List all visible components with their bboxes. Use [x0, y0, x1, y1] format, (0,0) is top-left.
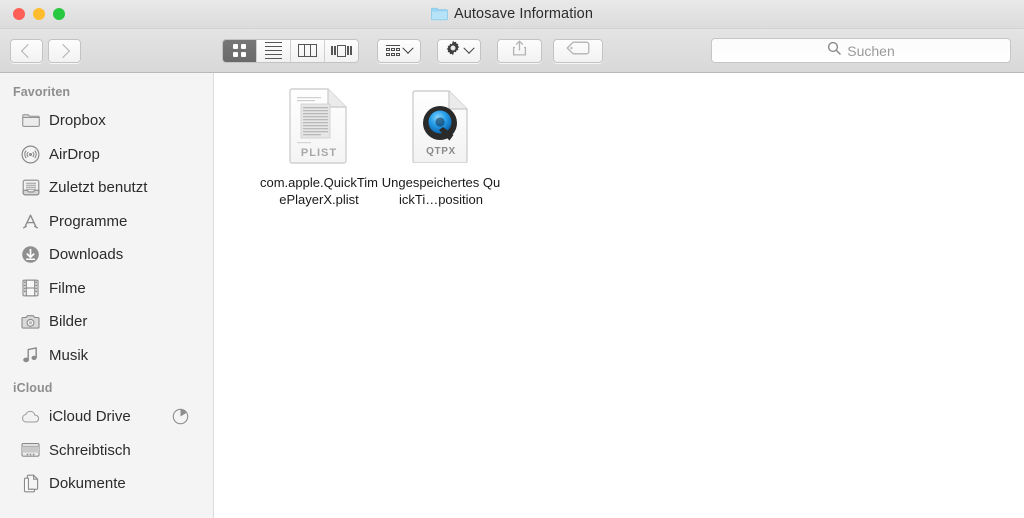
sidebar-item-label: Zuletzt benutzt — [49, 179, 148, 197]
tag-icon — [566, 41, 590, 60]
file-name-label: Ungespeichertes QuickTi…position — [381, 175, 501, 207]
airdrop-icon — [21, 145, 40, 164]
file-browser-content[interactable]: PLIST com.apple.QuickTimePlayerX.plist Q… — [214, 73, 1024, 518]
chevron-down-icon — [463, 42, 475, 54]
sidebar-item-label: Dokumente — [49, 475, 126, 493]
quicktime-document-icon: QTPX — [409, 87, 473, 165]
window-body: Favoriten Dropbox AirDrop Zuletzt benutz… — [0, 73, 1024, 518]
svg-text:PLIST: PLIST — [301, 147, 337, 159]
desktop-icon — [21, 441, 40, 460]
sidebar-item-label: Filme — [49, 279, 86, 297]
documents-icon — [21, 474, 40, 493]
file-name-label: com.apple.QuickTimePlayerX.plist — [260, 175, 378, 207]
window-controls — [13, 0, 65, 28]
sidebar-item-icloud-drive[interactable]: iCloud Drive — [0, 400, 213, 434]
title-bar: Autosave Information — [0, 0, 1024, 29]
arrange-icon — [386, 44, 400, 57]
chevron-left-icon — [20, 43, 36, 58]
share-icon — [512, 40, 527, 62]
view-mode-segmented-control — [222, 38, 359, 63]
minimize-button[interactable] — [33, 8, 45, 20]
gear-icon — [445, 40, 461, 61]
recents-icon — [21, 178, 40, 197]
downloads-icon — [21, 245, 40, 264]
chevron-down-icon — [402, 42, 414, 54]
folder-icon — [431, 7, 448, 21]
sidebar-item-zuletzt-benutzt[interactable]: Zuletzt benutzt — [0, 171, 213, 205]
sidebar: Favoriten Dropbox AirDrop Zuletzt benutz… — [0, 73, 214, 518]
toolbar: Suchen — [0, 29, 1024, 73]
forward-button[interactable] — [48, 38, 81, 63]
navigation-buttons — [10, 38, 81, 63]
plist-document-icon: PLIST — [287, 87, 351, 165]
columns-icon — [298, 44, 317, 57]
sidebar-item-schreibtisch[interactable]: Schreibtisch — [0, 434, 213, 468]
music-icon — [21, 346, 40, 365]
close-button[interactable] — [13, 8, 25, 20]
window-title: Autosave Information — [453, 6, 594, 22]
sidebar-item-label: Bilder — [49, 313, 88, 331]
action-menu-button[interactable] — [437, 38, 481, 63]
sidebar-item-airdrop[interactable]: AirDrop — [0, 138, 213, 172]
sidebar-item-musik[interactable]: Musik — [0, 339, 213, 373]
search-field[interactable]: Suchen — [711, 38, 1011, 63]
sidebar-item-label: Dropbox — [49, 112, 106, 130]
sidebar-section-icloud-header: iCloud — [13, 381, 53, 395]
finder-window: Autosave Information Suchen Favoriten Dr… — [0, 0, 1024, 518]
sidebar-item-dropbox[interactable]: Dropbox — [0, 104, 213, 138]
share-button[interactable] — [497, 38, 542, 63]
sidebar-item-label: AirDrop — [49, 145, 100, 163]
folder-icon — [21, 111, 40, 130]
icon-view-button[interactable] — [223, 39, 257, 62]
maximize-button[interactable] — [53, 8, 65, 20]
sync-progress-icon[interactable] — [172, 408, 189, 425]
window-title-group: Autosave Information — [431, 6, 593, 22]
sidebar-item-label: Downloads — [49, 246, 124, 264]
column-view-button[interactable] — [291, 39, 325, 62]
file-item[interactable]: PLIST com.apple.QuickTimePlayerX.plist — [258, 83, 380, 208]
back-button[interactable] — [10, 38, 43, 63]
applications-icon — [21, 212, 40, 231]
sidebar-item-label: Schreibtisch — [49, 441, 131, 459]
coverflow-icon — [331, 44, 352, 57]
chevron-right-icon — [55, 43, 71, 58]
arrange-by-button[interactable] — [377, 38, 421, 63]
sidebar-item-label: Programme — [49, 212, 128, 230]
list-icon — [265, 41, 282, 60]
svg-text:QTPX: QTPX — [426, 146, 456, 157]
file-grid: PLIST com.apple.QuickTimePlayerX.plist Q… — [258, 83, 502, 208]
sidebar-item-label: Musik — [49, 346, 89, 364]
sidebar-item-bilder[interactable]: Bilder — [0, 305, 213, 339]
movies-icon — [21, 279, 40, 298]
sidebar-item-programme[interactable]: Programme — [0, 205, 213, 239]
sidebar-section-favoriten-header: Favoriten — [13, 85, 71, 99]
sidebar-item-label: iCloud Drive — [49, 408, 131, 426]
search-icon — [827, 41, 841, 60]
list-view-button[interactable] — [257, 39, 291, 62]
sidebar-item-downloads[interactable]: Downloads — [0, 238, 213, 272]
sidebar-item-filme[interactable]: Filme — [0, 272, 213, 306]
search-input[interactable]: Suchen — [847, 43, 894, 59]
grid-icon — [233, 44, 246, 57]
pictures-icon — [21, 312, 40, 331]
cloud-icon — [21, 407, 40, 426]
sidebar-item-dokumente[interactable]: Dokumente — [0, 467, 213, 501]
tags-button[interactable] — [553, 38, 603, 63]
gallery-view-button[interactable] — [325, 39, 358, 62]
file-item[interactable]: QTPX Ungespeichertes QuickTi…position — [380, 83, 502, 208]
